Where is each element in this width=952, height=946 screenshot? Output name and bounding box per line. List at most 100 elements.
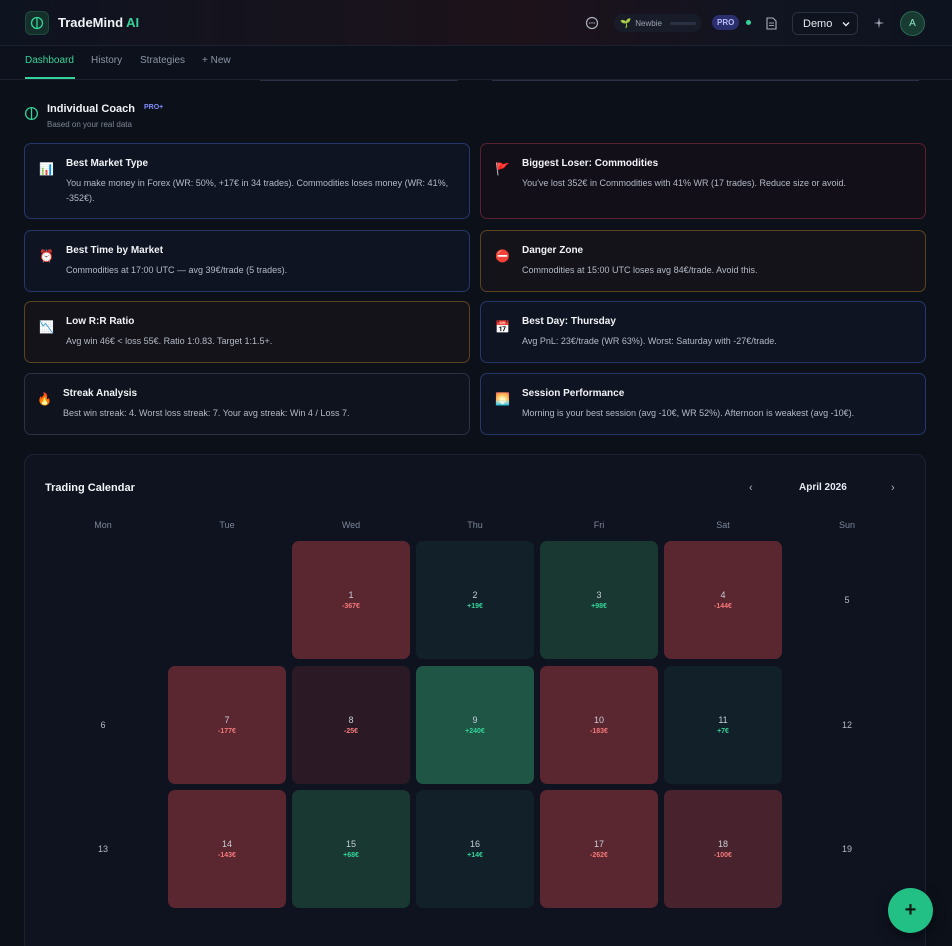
day-number: 3	[596, 590, 602, 600]
day-pnl: +68€	[343, 852, 359, 859]
day-pnl: +19€	[467, 603, 483, 610]
insight-title: Session Performance	[522, 388, 625, 399]
day-number: 2	[472, 590, 478, 600]
main-tabs: Dashboard History Strategies + New	[0, 46, 952, 80]
insight-body: Commodities at 15:00 UTC loses avg 84€/t…	[522, 265, 758, 275]
alarm-clock-icon: ⏰	[39, 249, 54, 263]
sprout-icon: 🌱	[620, 17, 632, 28]
tab-strategies[interactable]: Strategies	[140, 55, 185, 66]
insight-body: You've lost 352€ in Commodities with 41%…	[522, 178, 847, 188]
day-number: 4	[720, 590, 726, 600]
calendar-day[interactable]: 18 -100€	[664, 790, 782, 908]
brand-name[interactable]: TradeMind AI	[58, 15, 139, 30]
tab-dashboard[interactable]: Dashboard	[25, 55, 74, 66]
calendar-day[interactable]: 5	[788, 541, 906, 659]
section-divider	[492, 80, 919, 81]
calendar-day[interactable]: 14 -143€	[168, 790, 286, 908]
insight-card-best-time[interactable]: ⏰ Best Time by Market Commodities at 17:…	[24, 230, 470, 292]
brain-logo-icon[interactable]	[25, 11, 49, 35]
document-icon[interactable]	[764, 15, 778, 31]
day-number: 12	[841, 720, 852, 730]
weekday-label: Tue	[219, 520, 235, 530]
weekday-label: Mon	[94, 520, 112, 530]
day-number: 7	[224, 715, 230, 725]
chart-decreasing-icon: 📉	[39, 320, 54, 334]
account-mode-select[interactable]: Demo	[792, 12, 858, 35]
sparkle-icon[interactable]	[872, 16, 886, 30]
day-number: 16	[469, 839, 480, 849]
calendar-icon: 📅	[495, 320, 510, 334]
account-mode-value: Demo	[803, 17, 833, 30]
insight-card-best-market-type[interactable]: 📊 Best Market Type You make money in For…	[24, 143, 470, 219]
day-pnl: -177€	[218, 728, 236, 735]
calendar-day[interactable]: 8 -25€	[292, 666, 410, 784]
calendar-title: Trading Calendar	[45, 482, 135, 494]
weekday-label: Fri	[593, 520, 605, 530]
tab-new[interactable]: + New	[202, 55, 231, 66]
level-label: Newbie	[635, 18, 662, 28]
calendar-day[interactable]: 2 +19€	[416, 541, 534, 659]
calendar-month: April 2026	[799, 482, 847, 493]
insight-body: Avg win 46€ < loss 55€. Ratio 1:0.83. Ta…	[66, 336, 273, 346]
calendar-day[interactable]: 9 +240€	[416, 666, 534, 784]
weekday-label: Thu	[467, 520, 483, 530]
calendar-day[interactable]: 7 -177€	[168, 666, 286, 784]
day-number: 18	[717, 839, 728, 849]
section-divider	[260, 80, 458, 81]
insight-card-session[interactable]: 🌅 Session Performance Morning is your be…	[480, 373, 926, 435]
calendar-day[interactable]: 1 -367€	[292, 541, 410, 659]
coach-subtitle: Based on your real data	[47, 120, 132, 129]
calendar-day[interactable]: 15 +68€	[292, 790, 410, 908]
day-number: 15	[345, 839, 356, 849]
insight-title: Low R:R Ratio	[66, 316, 135, 327]
insight-title: Best Time by Market	[66, 245, 164, 256]
calendar-day[interactable]: 3 +98€	[540, 541, 658, 659]
insight-card-low-rr[interactable]: 📉 Low R:R Ratio Avg win 46€ < loss 55€. …	[24, 301, 470, 363]
day-number: 10	[593, 715, 604, 725]
insight-title: Best Day: Thursday	[522, 316, 616, 327]
chat-icon[interactable]	[584, 15, 600, 31]
insight-title: Best Market Type	[66, 158, 149, 169]
insight-card-danger-zone[interactable]: ⛔ Danger Zone Commodities at 15:00 UTC l…	[480, 230, 926, 292]
calendar-day[interactable]: 4 -144€	[664, 541, 782, 659]
calendar-day[interactable]: 19	[788, 790, 906, 908]
calendar-day[interactable]: 16 +14€	[416, 790, 534, 908]
day-number: 9	[472, 715, 478, 725]
calendar-day[interactable]: 10 -183€	[540, 666, 658, 784]
day-pnl: -367€	[342, 603, 360, 610]
day-pnl: -25€	[343, 728, 358, 735]
insight-card-streak[interactable]: 🔥 Streak Analysis Best win streak: 4. Wo…	[24, 373, 470, 435]
add-trade-button[interactable]: +	[888, 888, 933, 933]
day-pnl: +98€	[591, 603, 607, 610]
level-progress-pill[interactable]: 🌱 Newbie	[614, 14, 702, 32]
day-pnl: -262€	[590, 852, 608, 859]
day-number: 11	[718, 715, 728, 725]
day-number: 14	[221, 839, 232, 849]
calendar-day[interactable]: 12	[788, 666, 906, 784]
fire-icon: 🔥	[37, 392, 52, 406]
calendar-day[interactable]: 6	[44, 666, 162, 784]
insight-card-best-day[interactable]: 📅 Best Day: Thursday Avg PnL: 23€/trade …	[480, 301, 926, 363]
weekday-label: Sat	[716, 520, 730, 530]
insight-body: Best win streak: 4. Worst loss streak: 7…	[63, 408, 350, 418]
weekday-label: Wed	[341, 520, 361, 530]
calendar-day[interactable]: 13	[44, 790, 162, 908]
avatar[interactable]: A	[900, 11, 925, 36]
top-navbar: TradeMind AI 🌱 Newbie PRO Demo A	[0, 0, 952, 46]
tab-history[interactable]: History	[91, 55, 122, 66]
sunrise-icon: 🌅	[495, 392, 510, 406]
insight-card-biggest-loser[interactable]: 🚩 Biggest Loser: Commodities You've lost…	[480, 143, 926, 219]
insight-title: Biggest Loser: Commodities	[522, 158, 659, 169]
brand-main-text: TradeMind	[58, 15, 124, 30]
next-month-button[interactable]: ›	[891, 482, 895, 494]
red-flag-icon: 🚩	[495, 162, 510, 176]
insight-body: You make money in Forex (WR: 50%, +17€ i…	[66, 178, 449, 203]
calendar-day[interactable]: 11 +7€	[664, 666, 782, 784]
coach-title: Individual Coach	[47, 103, 136, 115]
prev-month-button[interactable]: ‹	[749, 482, 753, 494]
weekday-label: Sun	[838, 520, 855, 530]
calendar-day[interactable]: 17 -262€	[540, 790, 658, 908]
insight-body: Morning is your best session (avg -10€, …	[522, 408, 855, 418]
day-number: 1	[348, 590, 354, 600]
trading-calendar: Trading Calendar ‹ April 2026 › Mon Tue We…	[24, 454, 926, 946]
